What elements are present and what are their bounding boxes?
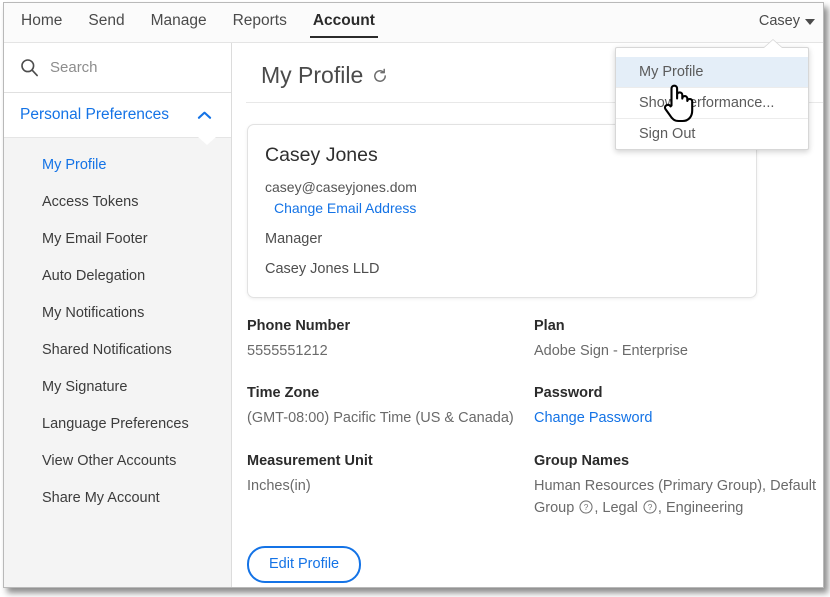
field-time-zone: Time Zone (GMT-08:00) Pacific Time (US &… [247, 385, 534, 429]
top-nav-items: Home Send Manage Reports Account [8, 3, 388, 43]
field-value: Adobe Sign - Enterprise [534, 343, 688, 359]
user-dropdown-menu: My Profile Show Performance... Sign Out [615, 47, 809, 150]
sidebar-item-view-other-accounts[interactable]: View Other Accounts [4, 442, 231, 479]
field-password: Password Change Password [534, 385, 823, 429]
sidebar-item-my-email-footer[interactable]: My Email Footer [4, 220, 231, 257]
change-email-address-link[interactable]: Change Email Address [274, 200, 416, 216]
sidebar-section-label: Personal Preferences [20, 106, 170, 123]
profile-fields: Phone Number 5555551212 Time Zone (GMT-0… [247, 318, 823, 543]
group-names-part-2: , Legal [594, 500, 638, 517]
field-group-names: Group Names Human Resources (Primary Gro… [534, 453, 823, 520]
sidebar-item-my-notifications[interactable]: My Notifications [4, 294, 231, 331]
sidebar-section-personal-preferences[interactable]: Personal Preferences [4, 93, 231, 145]
profile-fields-right-column: Plan Adobe Sign - Enterprise Password Ch… [534, 318, 823, 543]
profile-role: Manager [265, 231, 323, 247]
sidebar-item-auto-delegation[interactable]: Auto Delegation [4, 257, 231, 294]
search-icon [21, 59, 38, 77]
search-placeholder-text: Search [50, 59, 98, 76]
refresh-icon[interactable] [372, 68, 388, 84]
group-names-value: Human Resources (Primary Group), Default… [534, 475, 823, 520]
browser-window: Home Send Manage Reports Account Casey S… [3, 2, 824, 588]
profile-organization: Casey Jones LLD [265, 261, 380, 277]
field-value: Inches(in) [247, 477, 311, 494]
nav-tab-home[interactable]: Home [8, 3, 75, 43]
sidebar-item-language-preferences[interactable]: Language Preferences [4, 405, 231, 442]
field-label: Plan [534, 318, 565, 334]
field-phone-number: Phone Number 5555551212 [247, 318, 534, 362]
field-value: 5555551212 [247, 343, 328, 359]
page-title: My Profile [261, 62, 364, 88]
field-label: Phone Number [247, 318, 351, 334]
user-menu-label: Casey [758, 13, 800, 29]
top-navigation-bar: Home Send Manage Reports Account Casey [4, 3, 823, 43]
field-label: Group Names [534, 452, 630, 469]
field-measurement-unit: Measurement Unit Inches(in) [247, 453, 534, 497]
profile-fields-left-column: Phone Number 5555551212 Time Zone (GMT-0… [247, 318, 534, 543]
sidebar-menu-list: My Profile Access Tokens My Email Footer… [4, 138, 231, 516]
app-root: Home Send Manage Reports Account Casey S… [0, 0, 830, 597]
dropdown-item-my-profile[interactable]: My Profile [616, 57, 808, 87]
sidebar-item-shared-notifications[interactable]: Shared Notifications [4, 331, 231, 368]
nav-tab-reports[interactable]: Reports [220, 3, 300, 43]
user-menu-trigger[interactable]: Casey [759, 13, 815, 29]
nav-tab-account[interactable]: Account [300, 3, 388, 43]
profile-card: Casey Jones casey@caseyjones.dom Change … [247, 124, 757, 298]
group-names-part-3: , Engineering [657, 500, 744, 517]
change-password-link[interactable]: Change Password [534, 407, 823, 429]
edit-profile-button[interactable]: Edit Profile [247, 545, 362, 583]
profile-email: casey@caseyjones.dom [265, 179, 417, 195]
sidebar-item-my-profile[interactable]: My Profile [4, 146, 231, 183]
svg-text:?: ? [584, 503, 589, 513]
nav-tab-manage[interactable]: Manage [138, 3, 220, 43]
dropdown-item-sign-out[interactable]: Sign Out [616, 118, 808, 149]
search-input[interactable]: Search [4, 43, 231, 93]
chevron-up-icon [197, 111, 212, 119]
sidebar-item-access-tokens[interactable]: Access Tokens [4, 183, 231, 220]
sidebar-item-share-my-account[interactable]: Share My Account [4, 479, 231, 516]
field-value: (GMT-08:00) Pacific Time (US & Canada) [247, 410, 514, 427]
chevron-down-icon [805, 19, 815, 25]
help-circle-icon[interactable]: ? [643, 500, 657, 514]
field-plan: Plan Adobe Sign - Enterprise [534, 318, 823, 362]
svg-text:?: ? [648, 503, 653, 513]
field-label: Measurement Unit [247, 452, 373, 469]
nav-tab-send[interactable]: Send [75, 3, 137, 43]
sidebar: Search Personal Preferences My Profile A… [4, 43, 232, 587]
field-label: Password [534, 385, 603, 402]
dropdown-item-show-performance[interactable]: Show Performance... [616, 87, 808, 118]
field-label: Time Zone [247, 385, 320, 402]
help-circle-icon[interactable]: ? [579, 500, 593, 514]
sidebar-item-my-signature[interactable]: My Signature [4, 368, 231, 405]
